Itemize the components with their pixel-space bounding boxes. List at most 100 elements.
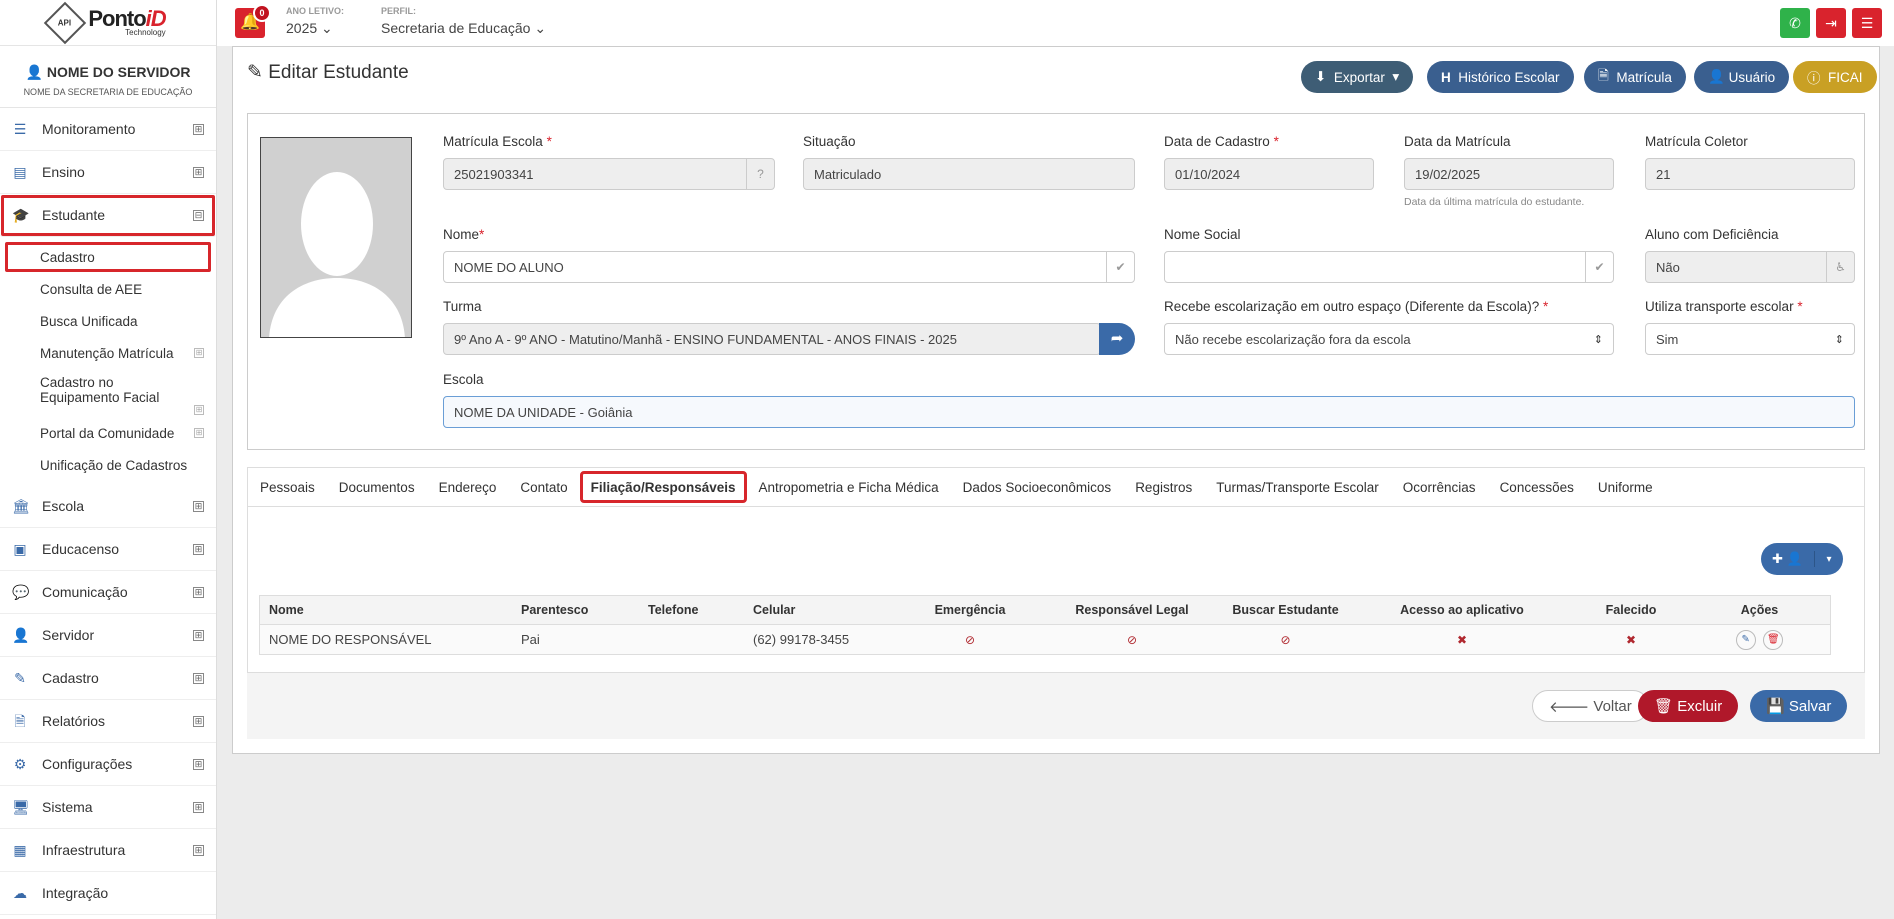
whatsapp-button[interactable]: ✆ bbox=[1780, 8, 1810, 38]
tab-turmas-transporte[interactable]: Turmas/Transporte Escolar bbox=[1204, 471, 1391, 503]
col-nome: Nome bbox=[269, 603, 304, 617]
user-secretaria: NOME DA SECRETARIA DE EDUCAÇÃO bbox=[23, 87, 193, 97]
menu-sistema[interactable]: 🖥 Sistema ⊞ bbox=[0, 786, 216, 829]
tab-concessoes[interactable]: Concessões bbox=[1488, 471, 1586, 503]
collapse-icon[interactable]: ⊟ bbox=[193, 209, 204, 221]
ficai-button[interactable]: ⓘ FICAI bbox=[1793, 61, 1877, 93]
menu-escola[interactable]: 🏛 Escola ⊞ bbox=[0, 485, 216, 528]
menu-configuracoes[interactable]: ⚙ Configurações ⊞ bbox=[0, 743, 216, 786]
excluir-button[interactable]: 🗑 Excluir bbox=[1638, 690, 1739, 722]
logout-button[interactable]: ⇥ bbox=[1816, 8, 1846, 38]
turma-go-button[interactable]: ➦ bbox=[1099, 323, 1135, 355]
menu-infraestrutura[interactable]: ▦ Infraestrutura ⊞ bbox=[0, 829, 216, 872]
deficiencia-input[interactable]: Não ♿ bbox=[1645, 251, 1855, 283]
check-icon: ✔ bbox=[1106, 252, 1134, 282]
data-cadastro-input[interactable]: 01/10/2024 bbox=[1164, 158, 1374, 190]
menu-comunicacao[interactable]: 💬 Comunicação ⊞ bbox=[0, 571, 216, 614]
logo[interactable]: API PontoiD Technology bbox=[0, 0, 216, 46]
col-emergencia: Emergência bbox=[934, 603, 1006, 617]
expand-icon[interactable]: ⊞ bbox=[193, 844, 204, 856]
edit-icon: ✎ bbox=[1741, 633, 1750, 645]
expand-icon[interactable]: ⊞ bbox=[193, 758, 204, 770]
col-telefone: Telefone bbox=[648, 603, 699, 617]
expand-icon[interactable]: ⊞ bbox=[193, 166, 204, 178]
tab-registros[interactable]: Registros bbox=[1123, 471, 1204, 503]
menu-monitoramento[interactable]: ☰ Monitoramento ⊞ bbox=[0, 108, 216, 151]
nome-input[interactable]: NOME DO ALUNO ✔ bbox=[443, 251, 1135, 283]
submenu-equipamento-facial[interactable]: Cadastro no Equipamento Facial ⊞ bbox=[0, 369, 216, 417]
usuario-button[interactable]: 👤 Usuário bbox=[1694, 61, 1790, 93]
situacao-input[interactable]: Matriculado bbox=[803, 158, 1135, 190]
tab-filiacao-responsaveis[interactable]: Filiação/Responsáveis bbox=[579, 471, 747, 503]
matricula-escola-input[interactable]: 25021903341? bbox=[443, 158, 775, 190]
add-responsavel-group: ✚ 👤 ▾ bbox=[1761, 543, 1843, 575]
whatsapp-icon: ✆ bbox=[1789, 15, 1801, 31]
tab-ocorrencias[interactable]: Ocorrências bbox=[1391, 471, 1488, 503]
background bbox=[217, 814, 1894, 919]
escola-input[interactable]: NOME DA UNIDADE - Goiânia bbox=[443, 396, 1855, 428]
add-responsavel-button[interactable]: ✚ 👤 bbox=[1761, 551, 1815, 567]
expand-icon[interactable]: ⊞ bbox=[193, 629, 204, 641]
expand-icon[interactable]: ⊞ bbox=[193, 672, 204, 684]
tabs-bar: Pessoais Documentos Endereço Contato Fil… bbox=[247, 467, 1865, 507]
cell-acesso-aplicativo: ✖ bbox=[1353, 632, 1571, 647]
transporte-select[interactable]: Sim ⇕ bbox=[1645, 323, 1855, 355]
expand-icon[interactable]: ⊞ bbox=[193, 543, 204, 555]
historico-escolar-button[interactable]: H Histórico Escolar bbox=[1427, 61, 1574, 93]
perfil-select[interactable]: Secretaria de Educação ⌄ bbox=[381, 20, 546, 37]
add-responsavel-dropdown[interactable]: ▾ bbox=[1815, 554, 1843, 565]
expand-icon[interactable]: ⊞ bbox=[193, 586, 204, 598]
submenu-cadastro[interactable]: Cadastro bbox=[4, 241, 212, 273]
delete-row-button[interactable]: 🗑 bbox=[1763, 629, 1784, 650]
tab-contato[interactable]: Contato bbox=[508, 471, 579, 503]
ban-icon: ⊘ bbox=[1126, 633, 1138, 647]
caret-down-icon: ▾ bbox=[1826, 553, 1832, 565]
voltar-button[interactable]: 🡐 Voltar bbox=[1532, 690, 1649, 722]
tab-pessoais[interactable]: Pessoais bbox=[248, 471, 327, 503]
student-photo[interactable] bbox=[260, 137, 412, 338]
tab-endereco[interactable]: Endereço bbox=[427, 471, 509, 503]
expand-icon[interactable]: ⊞ bbox=[193, 715, 204, 727]
exportar-button[interactable]: ⬇ Exportar ▾ bbox=[1301, 61, 1414, 93]
submenu-portal-comunidade[interactable]: Portal da Comunidade ⊞ bbox=[0, 417, 216, 449]
tab-dados-socioeconomicos[interactable]: Dados Socioeconômicos bbox=[951, 471, 1124, 503]
menu-integracao[interactable]: ☁ Integração bbox=[0, 872, 216, 915]
h-icon: H bbox=[1441, 69, 1451, 85]
expand-icon[interactable]: ⊞ bbox=[194, 348, 204, 358]
escolarizacao-select[interactable]: Não recebe escolarização fora da escola ⇕ bbox=[1164, 323, 1614, 355]
sign-out-icon: ⇥ bbox=[1825, 15, 1837, 31]
edit-row-button[interactable]: ✎ bbox=[1735, 629, 1756, 650]
menu-toggle-button[interactable]: ☰ bbox=[1852, 8, 1882, 38]
notifications-button[interactable]: 🔔 0 bbox=[235, 4, 271, 38]
help-icon[interactable]: ? bbox=[746, 159, 774, 189]
gear-icon: ⚙ bbox=[13, 756, 27, 772]
submenu-consulta-aee[interactable]: Consulta de AEE bbox=[0, 273, 216, 305]
expand-icon[interactable]: ⊞ bbox=[193, 500, 204, 512]
turma-input[interactable]: 9º Ano A - 9º ANO - Matutino/Manhã - ENS… bbox=[443, 323, 1101, 355]
submenu-busca-unificada[interactable]: Busca Unificada bbox=[0, 305, 216, 337]
expand-icon[interactable]: ⊞ bbox=[193, 801, 204, 813]
submenu-unificacao-cadastros[interactable]: Unificação de Cadastros bbox=[0, 449, 216, 481]
ano-letivo-select[interactable]: 2025 ⌄ bbox=[286, 20, 333, 37]
menu-cadastro[interactable]: ✎ Cadastro ⊞ bbox=[0, 657, 216, 700]
data-matricula-input[interactable]: 19/02/2025 bbox=[1404, 158, 1614, 190]
expand-icon[interactable]: ⊞ bbox=[194, 428, 204, 438]
nome-social-input[interactable]: ✔ bbox=[1164, 251, 1614, 283]
menu-estudante[interactable]: 🎓 Estudante ⊟ bbox=[0, 194, 216, 237]
menu-educacenso[interactable]: ▣ Educacenso ⊞ bbox=[0, 528, 216, 571]
perfil-label: PERFIL: bbox=[381, 6, 416, 16]
menu-servidor[interactable]: 👤 Servidor ⊞ bbox=[0, 614, 216, 657]
trash-icon: 🗑 bbox=[1766, 633, 1780, 645]
tab-uniforme[interactable]: Uniforme bbox=[1586, 471, 1665, 503]
matricula-button[interactable]: 🗎 Matrícula bbox=[1584, 61, 1686, 93]
tab-antropometria[interactable]: Antropometria e Ficha Médica bbox=[747, 471, 951, 503]
menu-ensino[interactable]: ▤ Ensino ⊞ bbox=[0, 151, 216, 194]
menu-relatorios[interactable]: 🗎 Relatórios ⊞ bbox=[0, 700, 216, 743]
salvar-button[interactable]: 💾 Salvar bbox=[1750, 690, 1848, 722]
tab-documentos[interactable]: Documentos bbox=[327, 471, 427, 503]
matricula-coletor-input[interactable]: 21 bbox=[1645, 158, 1855, 190]
expand-icon[interactable]: ⊞ bbox=[194, 405, 204, 415]
cell-buscar-estudante: ⊘ bbox=[1218, 632, 1353, 647]
expand-icon[interactable]: ⊞ bbox=[193, 123, 204, 135]
submenu-manutencao-matricula[interactable]: Manutenção Matrícula ⊞ bbox=[0, 337, 216, 369]
